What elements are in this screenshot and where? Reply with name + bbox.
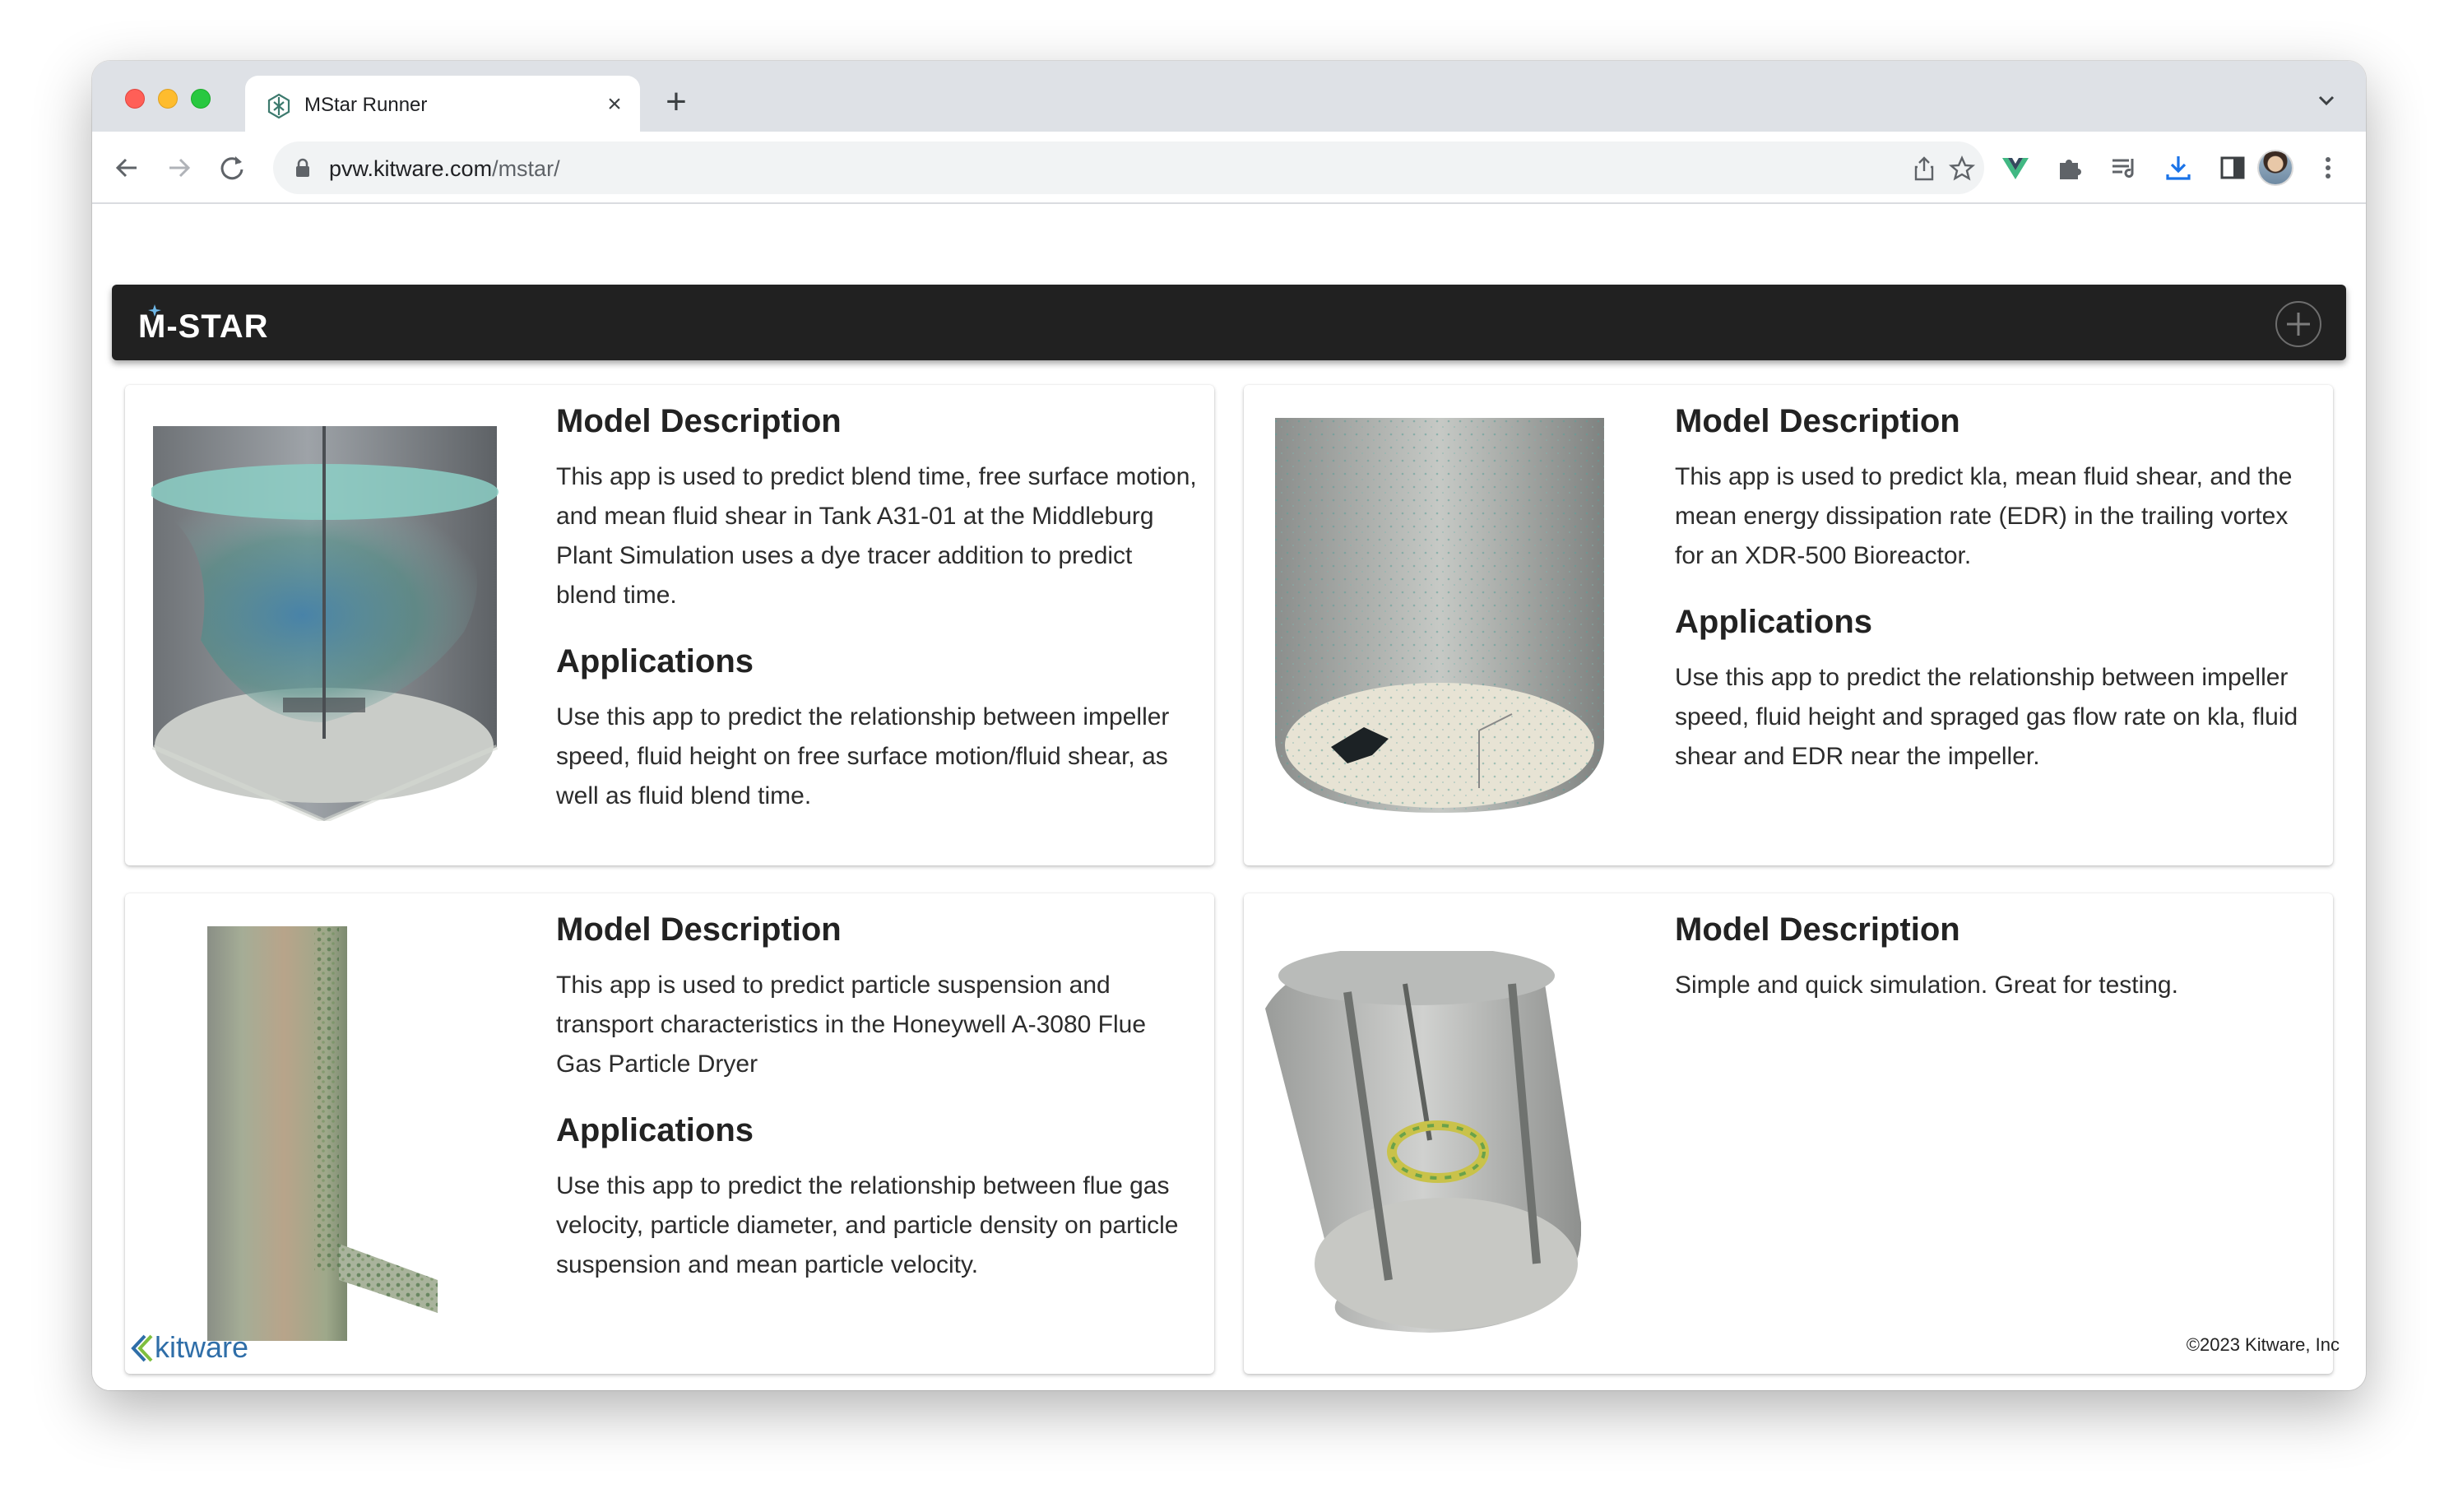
browser-window: MStar Runner × + pvw.kitware.com/mstar/ (92, 61, 2366, 1390)
model-description-text: Simple and quick simulation. Great for t… (1675, 972, 2178, 999)
tab-close-icon[interactable]: × (602, 92, 627, 117)
model-description-heading: Model Description (1675, 911, 1960, 948)
model-description-text: This app is used to predict blend time, … (556, 463, 1197, 609)
share-icon[interactable] (1910, 155, 1938, 183)
applications-text: Use this app to predict the relationship… (556, 703, 1170, 809)
mstar-logo[interactable]: M-STAR (138, 303, 319, 344)
dryer-simulation-image (207, 926, 438, 1341)
model-description-text: This app is used to predict kla, mean fl… (1675, 463, 2293, 569)
copyright-text: ©2023 Kitware, Inc (2186, 1334, 2340, 1355)
tab-title: MStar Runner (304, 94, 428, 116)
download-icon[interactable] (2164, 153, 2193, 183)
applications-heading: Applications (556, 643, 754, 679)
forward-arrow-icon[interactable] (165, 153, 194, 183)
tab-search-chevron-icon[interactable] (2315, 92, 2338, 109)
url-path: /mstar/ (492, 156, 560, 181)
kitware-logo-text: kitware (155, 1330, 249, 1364)
model-card-tank[interactable]: Model Description This app is used to pr… (125, 385, 1214, 865)
applications-text: Use this app to predict the relationship… (1675, 664, 2298, 770)
zoom-window-button[interactable] (191, 89, 211, 109)
model-description-heading: Model Description (1675, 403, 1960, 439)
new-tab-button[interactable]: + (660, 84, 693, 120)
tab-strip: MStar Runner × + (92, 61, 2366, 132)
browser-tab[interactable]: MStar Runner × (245, 76, 640, 132)
model-description-text: This app is used to predict particle sus… (556, 972, 1147, 1078)
card-body: Model Description This app is used to pr… (556, 905, 1198, 1306)
card-body: Model Description This app is used to pr… (1675, 397, 2317, 798)
address-bar[interactable]: pvw.kitware.com/mstar/ (273, 141, 1984, 194)
card-body: Model Description Simple and quick simul… (1675, 905, 2317, 1027)
extensions-puzzle-icon[interactable] (2055, 153, 2085, 183)
mstar-favicon-icon (267, 93, 290, 119)
media-queue-icon[interactable] (2109, 153, 2139, 183)
model-description-heading: Model Description (556, 403, 842, 439)
app-bar: M-STAR (112, 285, 2346, 360)
model-description-heading: Model Description (556, 911, 842, 948)
card-body: Model Description This app is used to pr… (556, 397, 1198, 837)
tank-simulation-image (151, 426, 499, 821)
back-arrow-icon[interactable] (112, 153, 141, 183)
minimize-window-button[interactable] (158, 89, 178, 109)
applications-heading: Applications (1675, 604, 1873, 640)
add-circle-button[interactable] (2275, 301, 2321, 347)
lock-icon[interactable] (294, 158, 311, 178)
url-text[interactable]: pvw.kitware.com/mstar/ (329, 156, 560, 182)
kitware-chevron-icon (131, 1334, 153, 1362)
vue-devtools-icon[interactable] (2001, 153, 2030, 183)
model-card-bioreactor[interactable]: Model Description This app is used to pr… (1244, 385, 2333, 865)
page-content: M-STAR Model Description This app is use… (92, 206, 2366, 1390)
reload-icon[interactable] (217, 153, 247, 183)
kitware-logo[interactable]: kitware (128, 1329, 268, 1366)
side-panel-icon[interactable] (2218, 153, 2247, 183)
browser-toolbar: pvw.kitware.com/mstar/ (92, 132, 2366, 204)
brand-name: M-STAR (138, 308, 269, 344)
model-card-dryer[interactable]: Model Description This app is used to pr… (125, 893, 1214, 1374)
model-card-simple[interactable]: Model Description Simple and quick simul… (1244, 893, 2333, 1374)
simple-simulation-image (1265, 951, 1581, 1333)
close-window-button[interactable] (125, 89, 145, 109)
applications-text: Use this app to predict the relationship… (556, 1172, 1179, 1278)
profile-avatar[interactable] (2257, 150, 2293, 186)
bookmark-star-icon[interactable] (1948, 155, 1976, 183)
applications-heading: Applications (556, 1112, 754, 1148)
url-domain: pvw.kitware.com (329, 156, 493, 181)
browser-menu-icon[interactable] (2313, 153, 2343, 183)
bioreactor-simulation-image (1275, 418, 1604, 813)
